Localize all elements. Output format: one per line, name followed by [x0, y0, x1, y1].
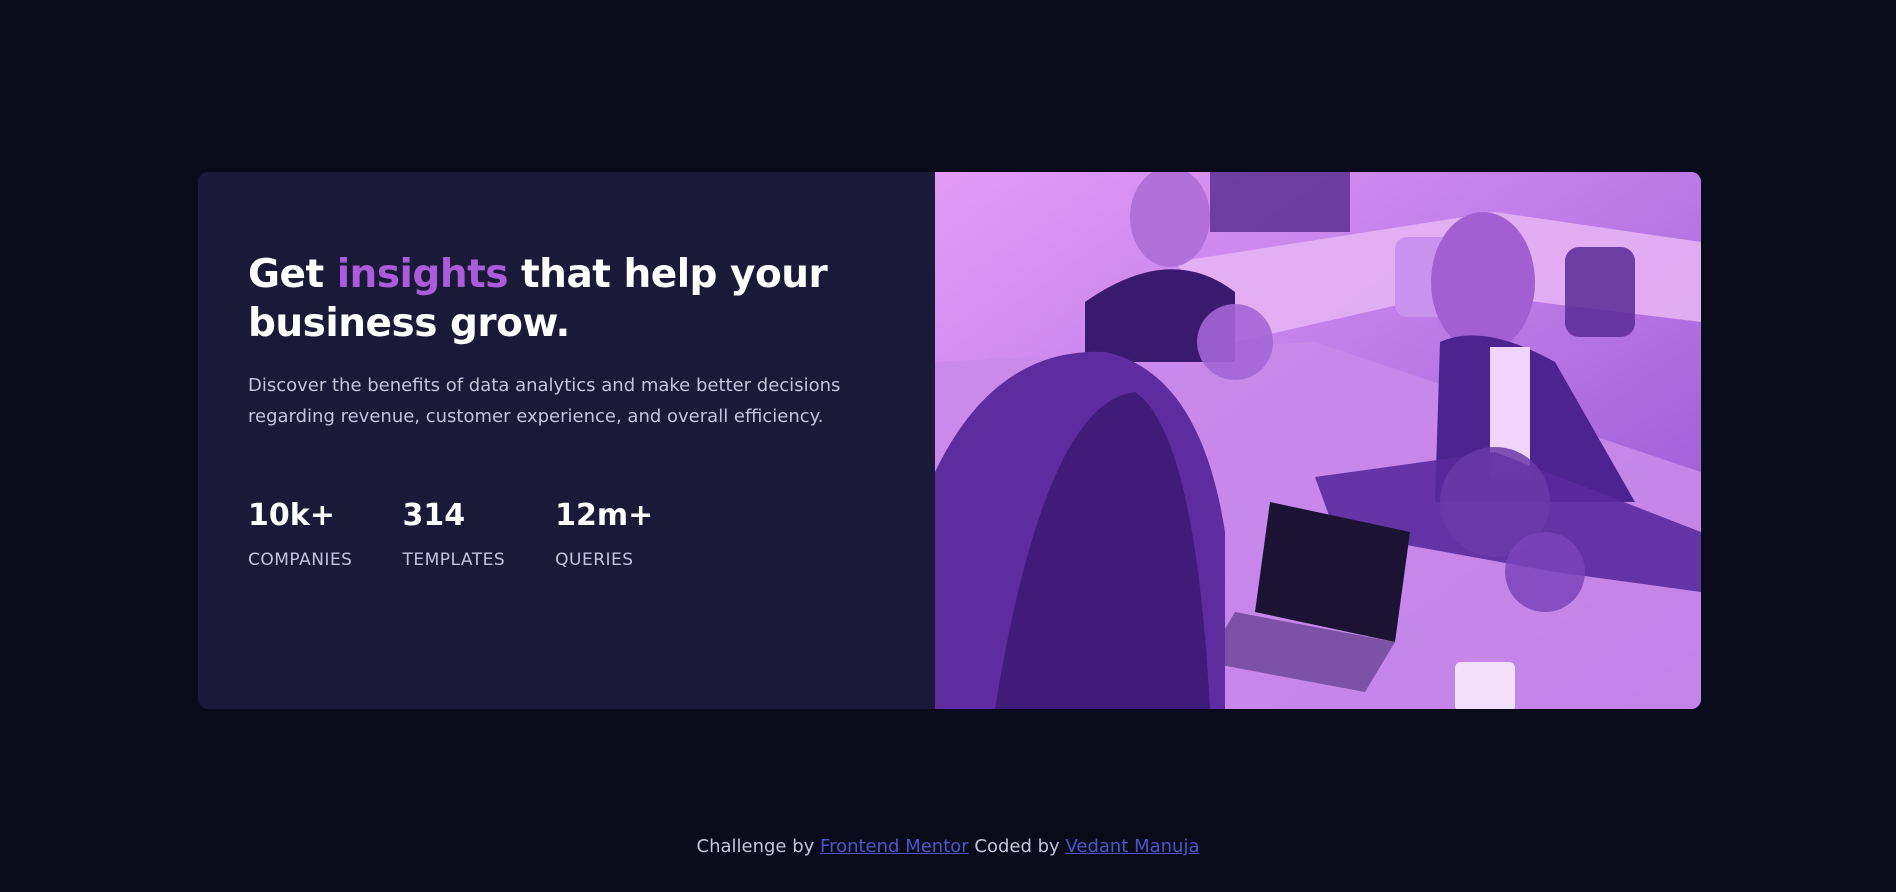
attribution-footer: Challenge by Frontend Mentor Coded by Ve…: [0, 836, 1896, 857]
frontend-mentor-link[interactable]: Frontend Mentor: [820, 836, 969, 857]
stats-row: 10k+ COMPANIES 314 TEMPLATES 12m+ QUERIE…: [248, 496, 703, 570]
plant-shape: [1505, 532, 1585, 612]
stat-value: 314: [402, 498, 466, 533]
author-link[interactable]: Vedant Manuja: [1065, 836, 1199, 857]
stats-card: Get insights that help your business gro…: [198, 172, 1701, 709]
headline-accent: insights: [336, 252, 509, 297]
stat-queries: 12m+ QUERIES: [555, 496, 653, 570]
headline: Get insights that help your business gro…: [248, 250, 888, 348]
stat-companies: 10k+ COMPANIES: [248, 496, 352, 570]
hero-image: [935, 172, 1701, 709]
headline-end: that help your business grow.: [248, 252, 828, 346]
stat-value: 12m+: [555, 498, 654, 533]
headline-start: Get: [248, 252, 324, 297]
coded-by-text: Coded by: [974, 836, 1060, 857]
description: Discover the benefits of data analytics …: [248, 375, 841, 427]
radiator-shape: [1210, 172, 1350, 232]
card-content: Get insights that help your business gro…: [198, 172, 935, 709]
challenge-text: Challenge by: [696, 836, 815, 857]
people-working-illustration: [935, 172, 1701, 709]
stat-label: TEMPLATES: [402, 550, 506, 570]
chair-shape: [1565, 247, 1635, 337]
plant-shape: [1197, 304, 1273, 380]
stat-value: 10k+: [248, 498, 335, 533]
mug-shape: [1455, 662, 1515, 709]
person-shape: [1431, 212, 1535, 352]
stat-label: COMPANIES: [248, 550, 353, 570]
stat-label: QUERIES: [555, 550, 634, 570]
stat-templates: 314 TEMPLATES: [402, 496, 505, 570]
